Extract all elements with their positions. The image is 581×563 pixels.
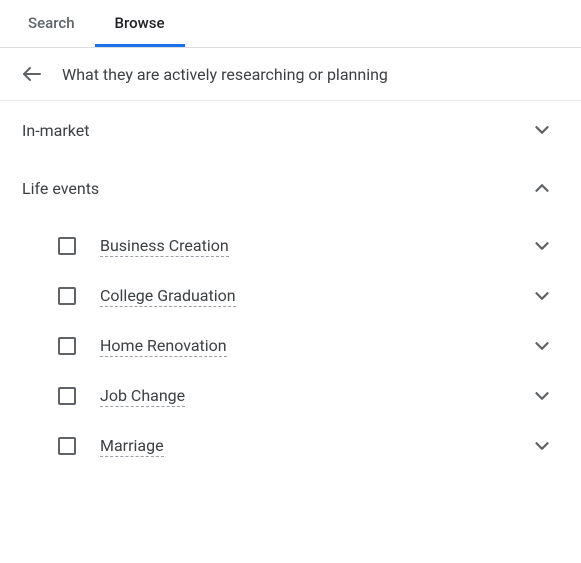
chevron-down-icon[interactable] <box>531 435 553 457</box>
chevron-down-icon[interactable] <box>531 285 553 307</box>
item-label[interactable]: Business Creation <box>100 236 229 257</box>
category-label-life-events: Life events <box>22 179 99 198</box>
tab-browse[interactable]: Browse <box>95 0 185 47</box>
item-label[interactable]: College Graduation <box>100 286 236 307</box>
list-item: College Graduation <box>0 271 581 321</box>
category-label-in-market: In-market <box>22 121 89 140</box>
chevron-down-icon[interactable] <box>531 385 553 407</box>
chevron-down-icon[interactable] <box>531 335 553 357</box>
chevron-up-icon <box>531 177 553 199</box>
checkbox[interactable] <box>58 437 76 455</box>
list-item: Job Change <box>0 371 581 421</box>
list-item: Home Renovation <box>0 321 581 371</box>
list-item: Business Creation <box>0 221 581 271</box>
checkbox[interactable] <box>58 287 76 305</box>
chevron-down-icon[interactable] <box>531 235 553 257</box>
checkbox[interactable] <box>58 387 76 405</box>
header-row: What they are actively researching or pl… <box>0 48 581 101</box>
chevron-down-icon <box>531 119 553 141</box>
life-events-items: Business Creation College Graduation Hom… <box>0 217 581 475</box>
checkbox[interactable] <box>58 237 76 255</box>
item-label[interactable]: Marriage <box>100 436 164 457</box>
item-label[interactable]: Home Renovation <box>100 336 227 357</box>
checkbox[interactable] <box>58 337 76 355</box>
page-title: What they are actively researching or pl… <box>62 65 388 84</box>
item-label[interactable]: Job Change <box>100 386 185 407</box>
category-in-market[interactable]: In-market <box>0 101 581 159</box>
tab-bar: Search Browse <box>0 0 581 48</box>
tab-search[interactable]: Search <box>8 0 95 47</box>
back-arrow-icon[interactable] <box>20 62 44 86</box>
category-life-events[interactable]: Life events <box>0 159 581 217</box>
list-item: Marriage <box>0 421 581 471</box>
